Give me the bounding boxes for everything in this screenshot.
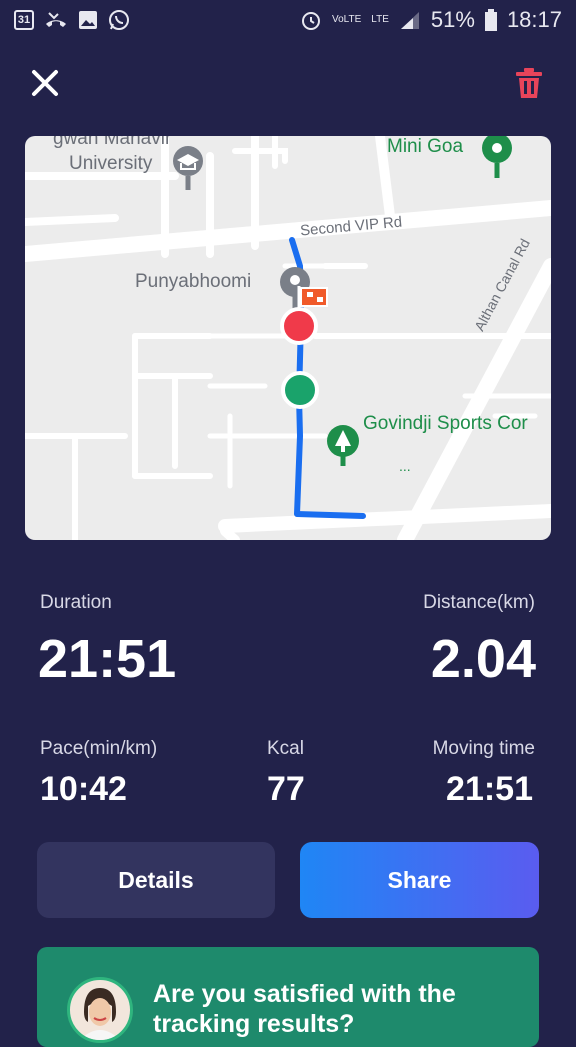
map-label-university-1: gwan Mahavir: [53, 136, 172, 149]
delete-button[interactable]: [512, 66, 546, 100]
map-label-punyabhoomi: Punyabhoomi: [135, 271, 252, 292]
route-map[interactable]: gwan Mahavir University Mini Goa Second …: [25, 136, 551, 540]
trash-icon: [516, 68, 542, 98]
start-point-marker: [281, 371, 319, 409]
kcal-value: 77: [267, 770, 305, 808]
alarm-icon: [300, 9, 322, 31]
duration-label: Duration: [40, 592, 112, 613]
pace-value: 10:42: [40, 770, 127, 808]
close-button[interactable]: [28, 66, 62, 100]
distance-value: 2.04: [430, 629, 536, 689]
map-label-dots: ...: [399, 458, 411, 474]
close-icon: [32, 70, 58, 96]
status-right: VoLTE LTE 51% 18:17: [300, 7, 562, 33]
park-pin-icon: [482, 136, 512, 178]
status-left: 31: [14, 9, 130, 31]
avatar: [67, 977, 133, 1043]
header: [0, 60, 576, 108]
feedback-question: Are you satisfied with the tracking resu…: [153, 980, 456, 1038]
whatsapp-icon: [108, 9, 130, 31]
status-bar: 31 VoLTE LTE 51% 18:17: [0, 0, 576, 40]
kcal-label: Kcal: [267, 738, 304, 759]
distance-label: Distance(km): [423, 592, 535, 613]
clock: 18:17: [506, 7, 562, 32]
end-point-marker: [280, 307, 318, 345]
battery-percent: 51%: [430, 7, 475, 32]
missed-call-icon: [44, 10, 68, 30]
battery-icon: [484, 9, 497, 31]
sports-pin-icon: [327, 425, 359, 466]
signal-icon: [399, 10, 421, 30]
university-pin-icon: [173, 146, 203, 190]
lte-indicator: LTE: [371, 14, 389, 25]
feedback-card[interactable]: Are you satisfied with the tracking resu…: [37, 947, 539, 1047]
map-label-govindji: Govindji Sports Cor: [363, 413, 528, 434]
map-canvas: [25, 136, 551, 540]
map-label-mini-goa: Mini Goa: [387, 136, 464, 157]
gallery-icon: [78, 10, 98, 30]
moving-time-label: Moving time: [432, 738, 535, 759]
moving-time-value: 21:51: [446, 770, 533, 808]
share-button[interactable]: Share: [300, 842, 539, 918]
details-button[interactable]: Details: [37, 842, 275, 918]
map-label-university-2: University: [69, 153, 153, 174]
pace-label: Pace(min/km): [40, 738, 158, 759]
duration-value: 21:51: [38, 629, 177, 689]
calendar-icon: 31: [14, 10, 34, 30]
volte-indicator: VoLTE: [332, 14, 362, 25]
